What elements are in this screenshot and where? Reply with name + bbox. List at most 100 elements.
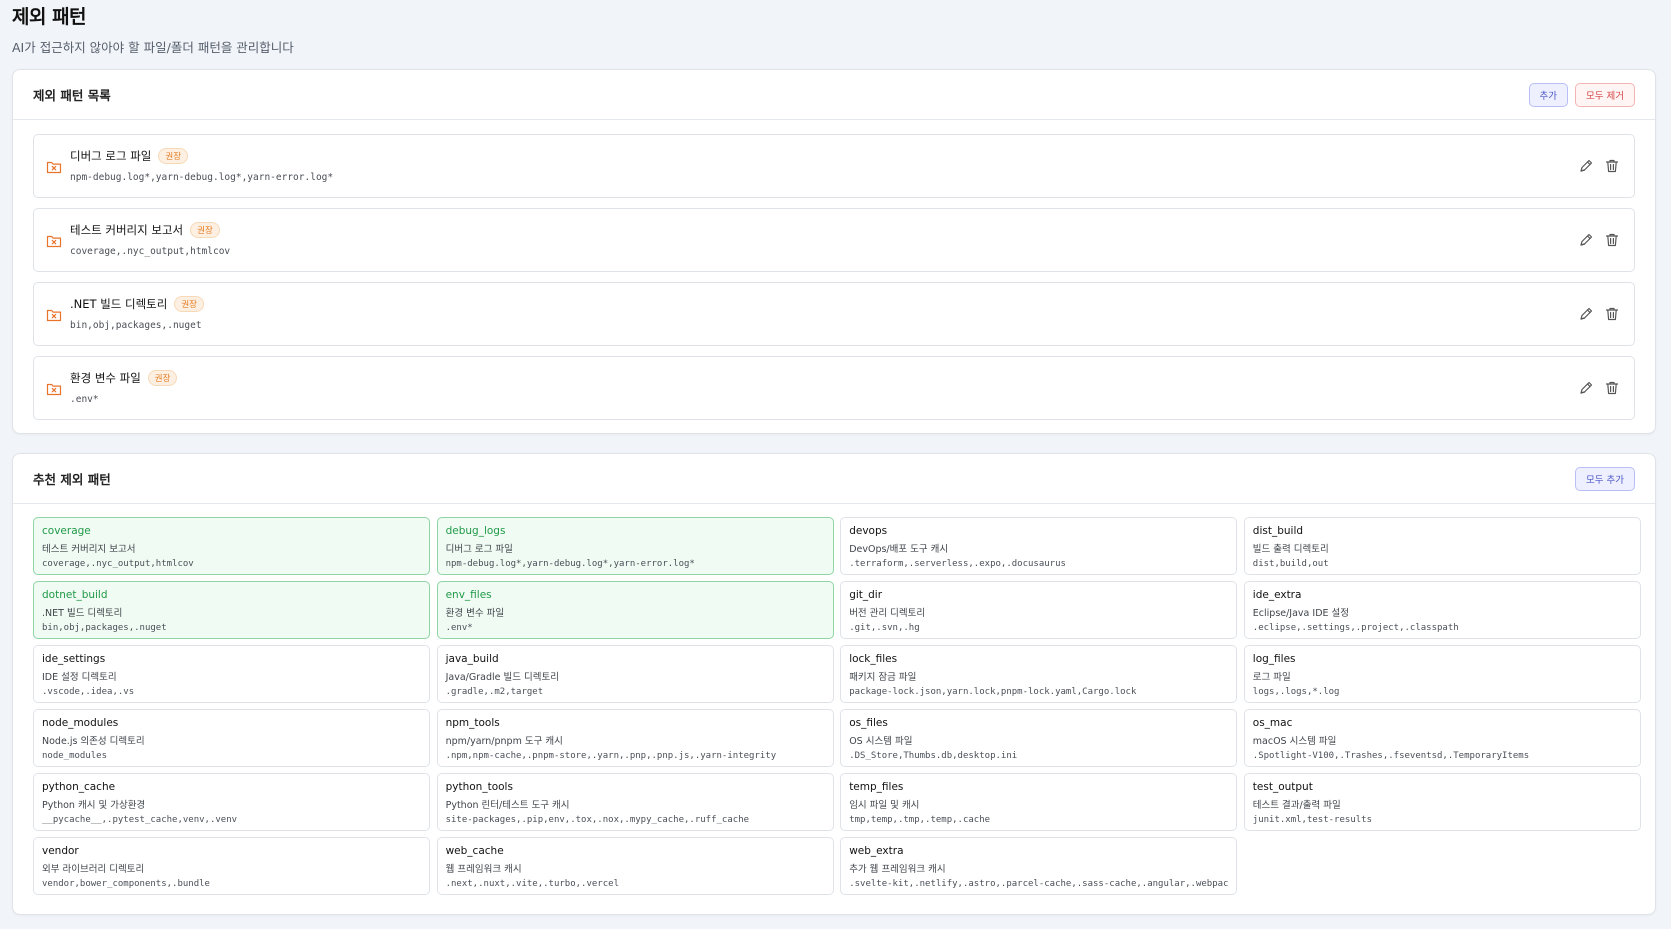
- edit-pencil-icon[interactable]: [1578, 380, 1594, 396]
- folder-x-icon: [46, 161, 62, 174]
- recommended-patterns: .vscode,.idea,.vs: [42, 687, 135, 697]
- pattern-row-1: 테스트 커버리지 보고서 권장 coverage,.nyc_output,htm…: [33, 208, 1635, 272]
- delete-trash-icon[interactable]: [1604, 232, 1620, 248]
- recommended-key: os_mac: [1252, 717, 1293, 729]
- add-pattern-button[interactable]: 추가: [1528, 82, 1569, 107]
- recommended-patterns: tmp,temp,.tmp,.temp,.cache: [849, 815, 991, 825]
- recommended-item-ide-extra[interactable]: ide_extra Eclipse/Java IDE 설정 .eclipse,.…: [1243, 581, 1641, 639]
- recommended-desc: 외부 라이브러리 디렉토리: [42, 864, 145, 875]
- recommended-item-web-extra[interactable]: web_extra 추가 웹 프레임워크 캐시 .svelte-kit,.net…: [840, 837, 1238, 895]
- recommended-key: ide_extra: [1252, 589, 1302, 601]
- page-title: 제외 패턴: [12, 6, 87, 28]
- recommended-patterns: npm-debug.log*,yarn-debug.log*,yarn-erro…: [445, 559, 695, 569]
- recommended-patterns: logs,.logs,*.log: [1252, 687, 1340, 697]
- pattern-row-actions: [1578, 380, 1620, 396]
- recommended-key: npm_tools: [445, 717, 500, 729]
- recommended-key: dotnet_build: [42, 589, 108, 601]
- exclude-patterns-card: 제외 패턴 목록 추가 모두 제거 디버그 로그 파일 권장 npm-debug…: [12, 69, 1656, 434]
- recommended-patterns-card: 추천 제외 패턴 모두 추가 coverage 테스트 커버리지 보고서 cov…: [12, 453, 1656, 915]
- edit-pencil-icon[interactable]: [1578, 306, 1594, 322]
- pattern-list: 디버그 로그 파일 권장 npm-debug.log*,yarn-debug.l…: [13, 120, 1655, 420]
- recommended-desc: 버전 관리 디렉토리: [849, 608, 926, 619]
- recommended-desc: .NET 빌드 디렉토리: [42, 608, 123, 619]
- recommended-patterns: .next,.nuxt,.vite,.turbo,.vercel: [445, 879, 619, 889]
- recommended-key: web_extra: [849, 845, 904, 857]
- recommended-item-debug-logs[interactable]: debug_logs 디버그 로그 파일 npm-debug.log*,yarn…: [436, 517, 834, 575]
- remove-all-button[interactable]: 모두 제거: [1575, 82, 1635, 107]
- recommended-key: temp_files: [849, 781, 904, 793]
- recommended-desc: 테스트 결과/출력 파일: [1252, 800, 1341, 811]
- pattern-row-actions: [1578, 306, 1620, 322]
- recommended-item-web-cache[interactable]: web_cache 웹 프레임워크 캐시 .next,.nuxt,.vite,.…: [436, 837, 834, 895]
- recommended-patterns: bin,obj,packages,.nuget: [42, 623, 167, 633]
- pattern-name-line: .NET 빌드 디렉토리 권장: [70, 296, 204, 312]
- pattern-row-2: .NET 빌드 디렉토리 권장 bin,obj,packages,.nuget: [33, 282, 1635, 346]
- recommended-desc: 디버그 로그 파일: [445, 544, 513, 555]
- recommended-key: web_cache: [445, 845, 504, 857]
- exclude-patterns-title: 제외 패턴 목록: [33, 88, 111, 103]
- recommended-item-env-files[interactable]: env_files 환경 변수 파일 .env*: [436, 581, 834, 639]
- recommended-key: env_files: [445, 589, 492, 601]
- pattern-name: 디버그 로그 파일: [70, 149, 152, 163]
- pattern-row-text: .NET 빌드 디렉토리 권장 bin,obj,packages,.nuget: [70, 296, 204, 331]
- recommended-desc: Python 캐시 및 가상환경: [42, 800, 146, 811]
- recommended-item-python-tools[interactable]: python_tools Python 린터/테스트 도구 캐시 site-pa…: [436, 773, 834, 831]
- pattern-values: npm-debug.log*,yarn-debug.log*,yarn-erro…: [70, 172, 334, 183]
- recommended-item-lock-files[interactable]: lock_files 패키지 잠금 파일 package-lock.json,y…: [840, 645, 1238, 703]
- pattern-row-actions: [1578, 158, 1620, 174]
- recommended-patterns: coverage,.nyc_output,htmlcov: [42, 559, 194, 569]
- recommended-key: debug_logs: [445, 525, 506, 537]
- recommended-item-os-files[interactable]: os_files OS 시스템 파일 .DS_Store,Thumbs.db,d…: [840, 709, 1238, 767]
- recommended-title: 추천 제외 패턴: [33, 472, 111, 487]
- recommended-item-os-mac[interactable]: os_mac macOS 시스템 파일 .Spotlight-V100,.Tra…: [1243, 709, 1641, 767]
- recommended-desc: DevOps/배포 도구 캐시: [849, 544, 949, 555]
- pattern-row-text: 테스트 커버리지 보고서 권장 coverage,.nyc_output,htm…: [70, 222, 230, 257]
- edit-pencil-icon[interactable]: [1578, 232, 1594, 248]
- recommended-key: log_files: [1252, 653, 1296, 665]
- recommended-key: python_cache: [42, 781, 116, 793]
- recommended-item-npm-tools[interactable]: npm_tools npm/yarn/pnpm 도구 캐시 .npm,npm-c…: [436, 709, 834, 767]
- recommended-desc: 빌드 출력 디렉토리: [1252, 544, 1329, 555]
- pattern-name: 테스트 커버리지 보고서: [70, 223, 184, 237]
- recommended-item-vendor[interactable]: vendor 외부 라이브러리 디렉토리 vendor,bower_compon…: [33, 837, 430, 895]
- recommended-badge: 권장: [190, 222, 220, 238]
- recommended-header: 추천 제외 패턴 모두 추가: [13, 454, 1655, 504]
- recommended-desc: IDE 설정 디렉토리: [42, 672, 117, 683]
- pattern-values: .env*: [70, 394, 99, 405]
- edit-pencil-icon[interactable]: [1578, 158, 1594, 174]
- recommended-item-git-dir[interactable]: git_dir 버전 관리 디렉토리 .git,.svn,.hg: [840, 581, 1238, 639]
- recommended-desc: Python 린터/테스트 도구 캐시: [445, 800, 570, 811]
- recommended-desc: macOS 시스템 파일: [1252, 736, 1337, 747]
- recommended-desc: OS 시스템 파일: [849, 736, 913, 747]
- recommended-item-java-build[interactable]: java_build Java/Gradle 빌드 디렉토리 .gradle,.…: [436, 645, 834, 703]
- recommended-desc: 패키지 잠금 파일: [849, 672, 917, 683]
- recommended-item-log-files[interactable]: log_files 로그 파일 logs,.logs,*.log: [1243, 645, 1641, 703]
- folder-x-icon: [46, 235, 62, 248]
- recommended-item-dotnet-build[interactable]: dotnet_build .NET 빌드 디렉토리 bin,obj,packag…: [33, 581, 430, 639]
- recommended-item-node-modules[interactable]: node_modules Node.js 의존성 디렉토리 node_modul…: [33, 709, 430, 767]
- recommended-key: devops: [849, 525, 888, 537]
- recommended-item-ide-settings[interactable]: ide_settings IDE 설정 디렉토리 .vscode,.idea,.…: [33, 645, 430, 703]
- recommended-item-dist-build[interactable]: dist_build 빌드 출력 디렉토리 dist,build,out: [1243, 517, 1641, 575]
- recommended-patterns: dist,build,out: [1252, 559, 1329, 569]
- recommended-patterns: .eclipse,.settings,.project,.classpath: [1252, 623, 1459, 633]
- recommended-patterns: junit.xml,test-results: [1252, 815, 1372, 825]
- recommended-patterns: .git,.svn,.hg: [849, 623, 920, 633]
- recommended-patterns: .svelte-kit,.netlify,.astro,.parcel-cach…: [849, 879, 1229, 889]
- recommended-key: coverage: [42, 525, 91, 537]
- pattern-name-line: 디버그 로그 파일 권장: [70, 148, 333, 164]
- delete-trash-icon[interactable]: [1604, 380, 1620, 396]
- recommended-key: python_tools: [445, 781, 513, 793]
- recommended-item-test-output[interactable]: test_output 테스트 결과/출력 파일 junit.xml,test-…: [1243, 773, 1641, 831]
- recommended-item-temp-files[interactable]: temp_files 임시 파일 및 캐시 tmp,temp,.tmp,.tem…: [840, 773, 1238, 831]
- recommended-item-python-cache[interactable]: python_cache Python 캐시 및 가상환경 __pycache_…: [33, 773, 430, 831]
- pattern-name: 환경 변수 파일: [70, 371, 141, 385]
- recommended-desc: 임시 파일 및 캐시: [849, 800, 920, 811]
- recommended-item-coverage[interactable]: coverage 테스트 커버리지 보고서 coverage,.nyc_outp…: [33, 517, 430, 575]
- recommended-item-devops[interactable]: devops DevOps/배포 도구 캐시 .terraform,.serve…: [840, 517, 1238, 575]
- delete-trash-icon[interactable]: [1604, 306, 1620, 322]
- recommended-desc: 웹 프레임워크 캐시: [445, 864, 522, 875]
- add-all-button[interactable]: 모두 추가: [1575, 466, 1635, 491]
- delete-trash-icon[interactable]: [1604, 158, 1620, 174]
- pattern-row-text: 디버그 로그 파일 권장 npm-debug.log*,yarn-debug.l…: [70, 148, 333, 183]
